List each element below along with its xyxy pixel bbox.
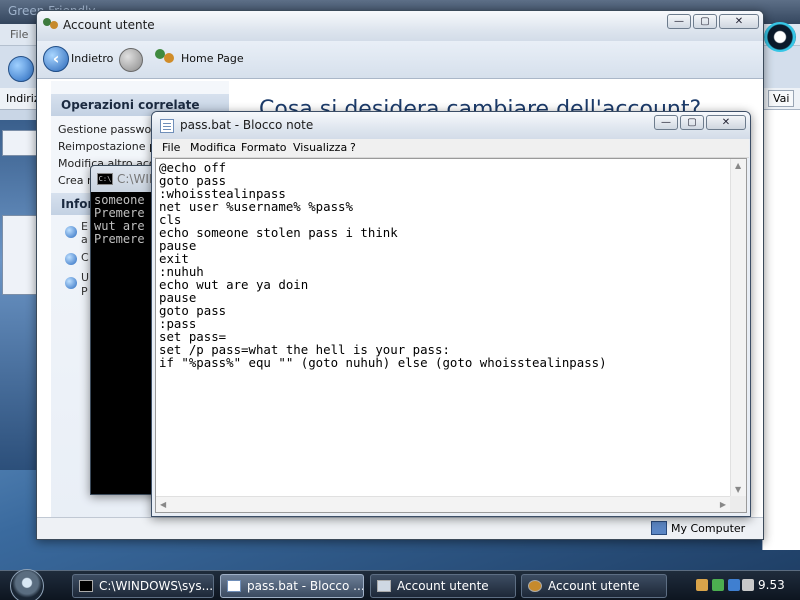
users-icon bbox=[43, 18, 59, 32]
taskbar-item-account-1[interactable]: Account utente bbox=[370, 574, 516, 598]
info-link[interactable]: U bbox=[81, 271, 89, 284]
taskbar-item-label: Account utente bbox=[397, 579, 489, 593]
cmd-output-line: someone bbox=[94, 193, 145, 207]
vertical-scrollbar[interactable]: ▲ ▼ bbox=[730, 159, 746, 496]
notepad-titlebar[interactable]: pass.bat - Blocco note — ▢ ✕ bbox=[152, 112, 750, 139]
menu-formato[interactable]: Formato bbox=[241, 141, 287, 154]
info-link[interactable]: P bbox=[81, 285, 88, 298]
cmd-output-line: wut are bbox=[94, 219, 145, 233]
tray-volume-icon[interactable] bbox=[742, 579, 754, 591]
account-titlebar[interactable]: Account utente — ▢ ✕ bbox=[37, 11, 763, 41]
maximize-button[interactable]: ▢ bbox=[693, 14, 717, 29]
info-link[interactable]: C bbox=[81, 251, 89, 264]
window-icon bbox=[377, 580, 391, 592]
background-panel-stub bbox=[2, 215, 38, 295]
menu-visualizza[interactable]: Visualizza bbox=[293, 141, 347, 154]
notepad-maximize-button[interactable]: ▢ bbox=[680, 115, 704, 130]
cmd-output-line: Premere bbox=[94, 206, 145, 220]
taskbar-item-label: Account utente bbox=[548, 579, 640, 593]
notepad-close-button[interactable]: ✕ bbox=[706, 115, 746, 130]
scroll-down-icon[interactable]: ▼ bbox=[735, 485, 741, 494]
size-grip[interactable] bbox=[730, 496, 746, 512]
help-icon bbox=[65, 277, 77, 289]
tray-network-icon[interactable] bbox=[728, 579, 740, 591]
related-link[interactable]: Crea r bbox=[58, 174, 92, 187]
background-panel-stub bbox=[2, 130, 38, 156]
menu-modifica[interactable]: Modifica bbox=[190, 141, 236, 154]
code-line: net user %username% %pass% bbox=[159, 199, 353, 214]
tray-check-icon[interactable] bbox=[712, 579, 724, 591]
cmd-output-line: Premere bbox=[94, 232, 145, 246]
scroll-up-icon[interactable]: ▲ bbox=[735, 161, 741, 170]
taskbar-item-label: C:\WINDOWS\sys... bbox=[99, 579, 214, 593]
background-menu-file[interactable]: File bbox=[10, 28, 28, 41]
help-icon bbox=[65, 226, 77, 238]
taskbar: C:\WINDOWS\sys... pass.bat - Blocco ... … bbox=[0, 569, 800, 600]
taskbar-item-cmd[interactable]: C:\WINDOWS\sys... bbox=[72, 574, 214, 598]
scroll-left-icon[interactable]: ◀ bbox=[160, 500, 166, 509]
start-button[interactable] bbox=[10, 569, 44, 600]
taskbar-item-label: pass.bat - Blocco ... bbox=[247, 579, 364, 593]
info-link[interactable]: E bbox=[81, 220, 88, 233]
menu-help[interactable]: ? bbox=[350, 141, 356, 154]
code-line: if "%pass%" equ "" (goto nuhuh) else (go… bbox=[159, 355, 607, 370]
taskbar-item-notepad[interactable]: pass.bat - Blocco ... bbox=[220, 574, 364, 598]
horizontal-scrollbar[interactable]: ◀ ▶ bbox=[156, 496, 730, 512]
scroll-right-icon[interactable]: ▶ bbox=[720, 500, 726, 509]
account-window-title: Account utente bbox=[63, 18, 155, 32]
tray-users-icon[interactable] bbox=[696, 579, 708, 591]
users-icon bbox=[528, 580, 542, 592]
background-right-frame bbox=[762, 110, 800, 550]
info-link[interactable]: a bbox=[81, 233, 88, 246]
notepad-window: pass.bat - Blocco note — ▢ ✕ File Modifi… bbox=[151, 111, 751, 517]
forward-button[interactable] bbox=[119, 48, 143, 72]
notepad-menu-bar: File Modifica Formato Visualizza ? bbox=[153, 139, 749, 158]
status-zone-label: My Computer bbox=[671, 522, 746, 535]
notepad-minimize-button[interactable]: — bbox=[654, 115, 678, 130]
back-button-label[interactable]: Indietro bbox=[71, 52, 113, 65]
notepad-icon bbox=[227, 580, 241, 592]
notepad-window-title: pass.bat - Blocco note bbox=[180, 118, 314, 132]
background-sidebar bbox=[0, 120, 40, 470]
status-bar: My Computer bbox=[37, 517, 763, 539]
menu-file[interactable]: File bbox=[162, 141, 180, 154]
related-link[interactable]: Gestione password bbox=[58, 123, 163, 136]
background-address-label: Indiriz bbox=[6, 92, 40, 105]
close-button[interactable]: ✕ bbox=[719, 14, 759, 29]
taskbar-item-account-2[interactable]: Account utente bbox=[521, 574, 667, 598]
cmd-icon bbox=[79, 580, 93, 592]
account-nav-bar: ‹ Indietro Home Page bbox=[37, 41, 763, 79]
clock[interactable]: 9.53 bbox=[758, 578, 785, 592]
back-arrow-icon[interactable]: ‹ bbox=[43, 46, 69, 72]
notepad-icon bbox=[160, 119, 174, 133]
background-back-button[interactable] bbox=[8, 56, 34, 82]
minimize-button[interactable]: — bbox=[667, 14, 691, 29]
cmd-icon: C:\ bbox=[97, 173, 113, 185]
help-icon bbox=[65, 253, 77, 265]
computer-icon bbox=[651, 521, 667, 535]
home-users-icon[interactable] bbox=[155, 49, 177, 69]
text-editor[interactable]: ▲ ▼ ◀ ▶ @echo off goto pass:whoisstealinp… bbox=[155, 158, 747, 513]
background-logo-icon bbox=[764, 22, 796, 52]
home-page-link[interactable]: Home Page bbox=[181, 52, 244, 65]
background-go-button[interactable]: Vai bbox=[768, 90, 795, 107]
